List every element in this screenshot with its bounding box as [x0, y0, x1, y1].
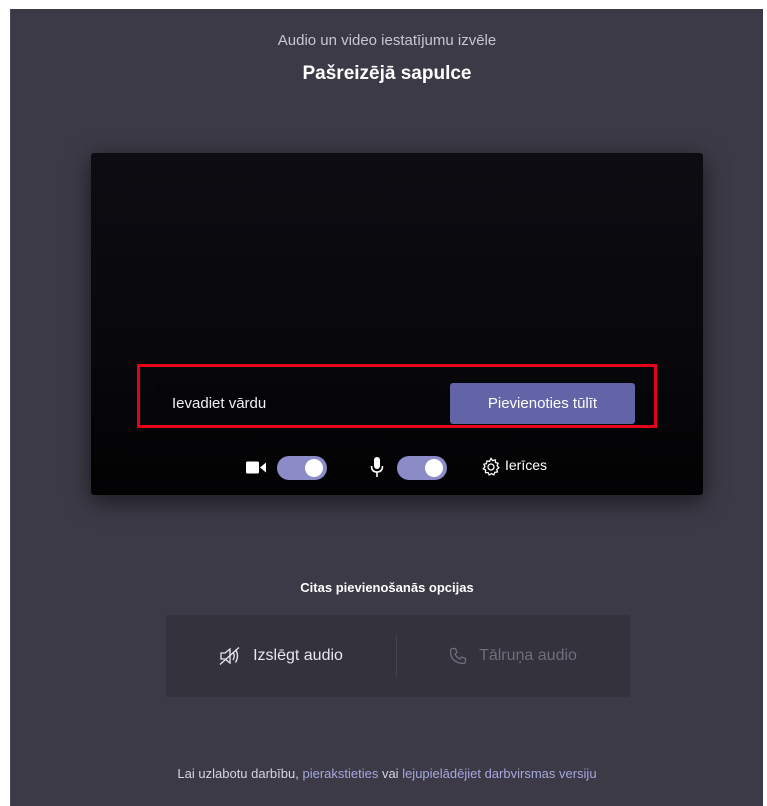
footer-text-before: Lai uzlabotu darbību,: [177, 766, 303, 781]
device-controls: Ierīces: [91, 453, 703, 483]
other-options-panel: Izslēgt audio Tālruņa audio: [166, 615, 630, 697]
camera-toggle[interactable]: [277, 456, 327, 480]
microphone-icon: [370, 457, 384, 478]
sign-in-link[interactable]: pierakstieties: [302, 766, 378, 781]
name-input[interactable]: [157, 383, 440, 424]
video-preview: Pievienoties tūlīt: [91, 153, 703, 495]
phone-audio-label: Tālruņa audio: [479, 647, 577, 664]
gear-icon[interactable]: [481, 457, 501, 477]
microphone-toggle[interactable]: [397, 456, 447, 480]
page-title: Pašreizējā sapulce: [302, 63, 472, 84]
other-options-title: Citas pievienošanās opcijas: [300, 580, 474, 595]
speaker-muted-icon: [219, 647, 240, 665]
devices-label[interactable]: Ierīces: [505, 457, 547, 473]
phone-audio-option[interactable]: Tālruņa audio: [396, 615, 630, 697]
phone-icon: [449, 647, 467, 665]
prejoin-screen: Audio un video iestatījumu izvēle Pašrei…: [10, 9, 763, 806]
microphone-toggle-knob: [425, 459, 443, 477]
download-desktop-link[interactable]: lejupielādējiet darbvirsmas versiju: [402, 766, 596, 781]
audio-off-option[interactable]: Izslēgt audio: [166, 615, 396, 697]
page-subtitle: Audio un video iestatījumu izvēle: [277, 32, 497, 49]
footer-text-middle: vai: [378, 766, 403, 781]
camera-toggle-knob: [305, 459, 323, 477]
join-now-button[interactable]: Pievienoties tūlīt: [450, 383, 635, 424]
footer-text: Lai uzlabotu darbību, pierakstieties vai…: [11, 766, 763, 781]
audio-off-label: Izslēgt audio: [253, 647, 343, 664]
camera-icon: [246, 461, 266, 474]
